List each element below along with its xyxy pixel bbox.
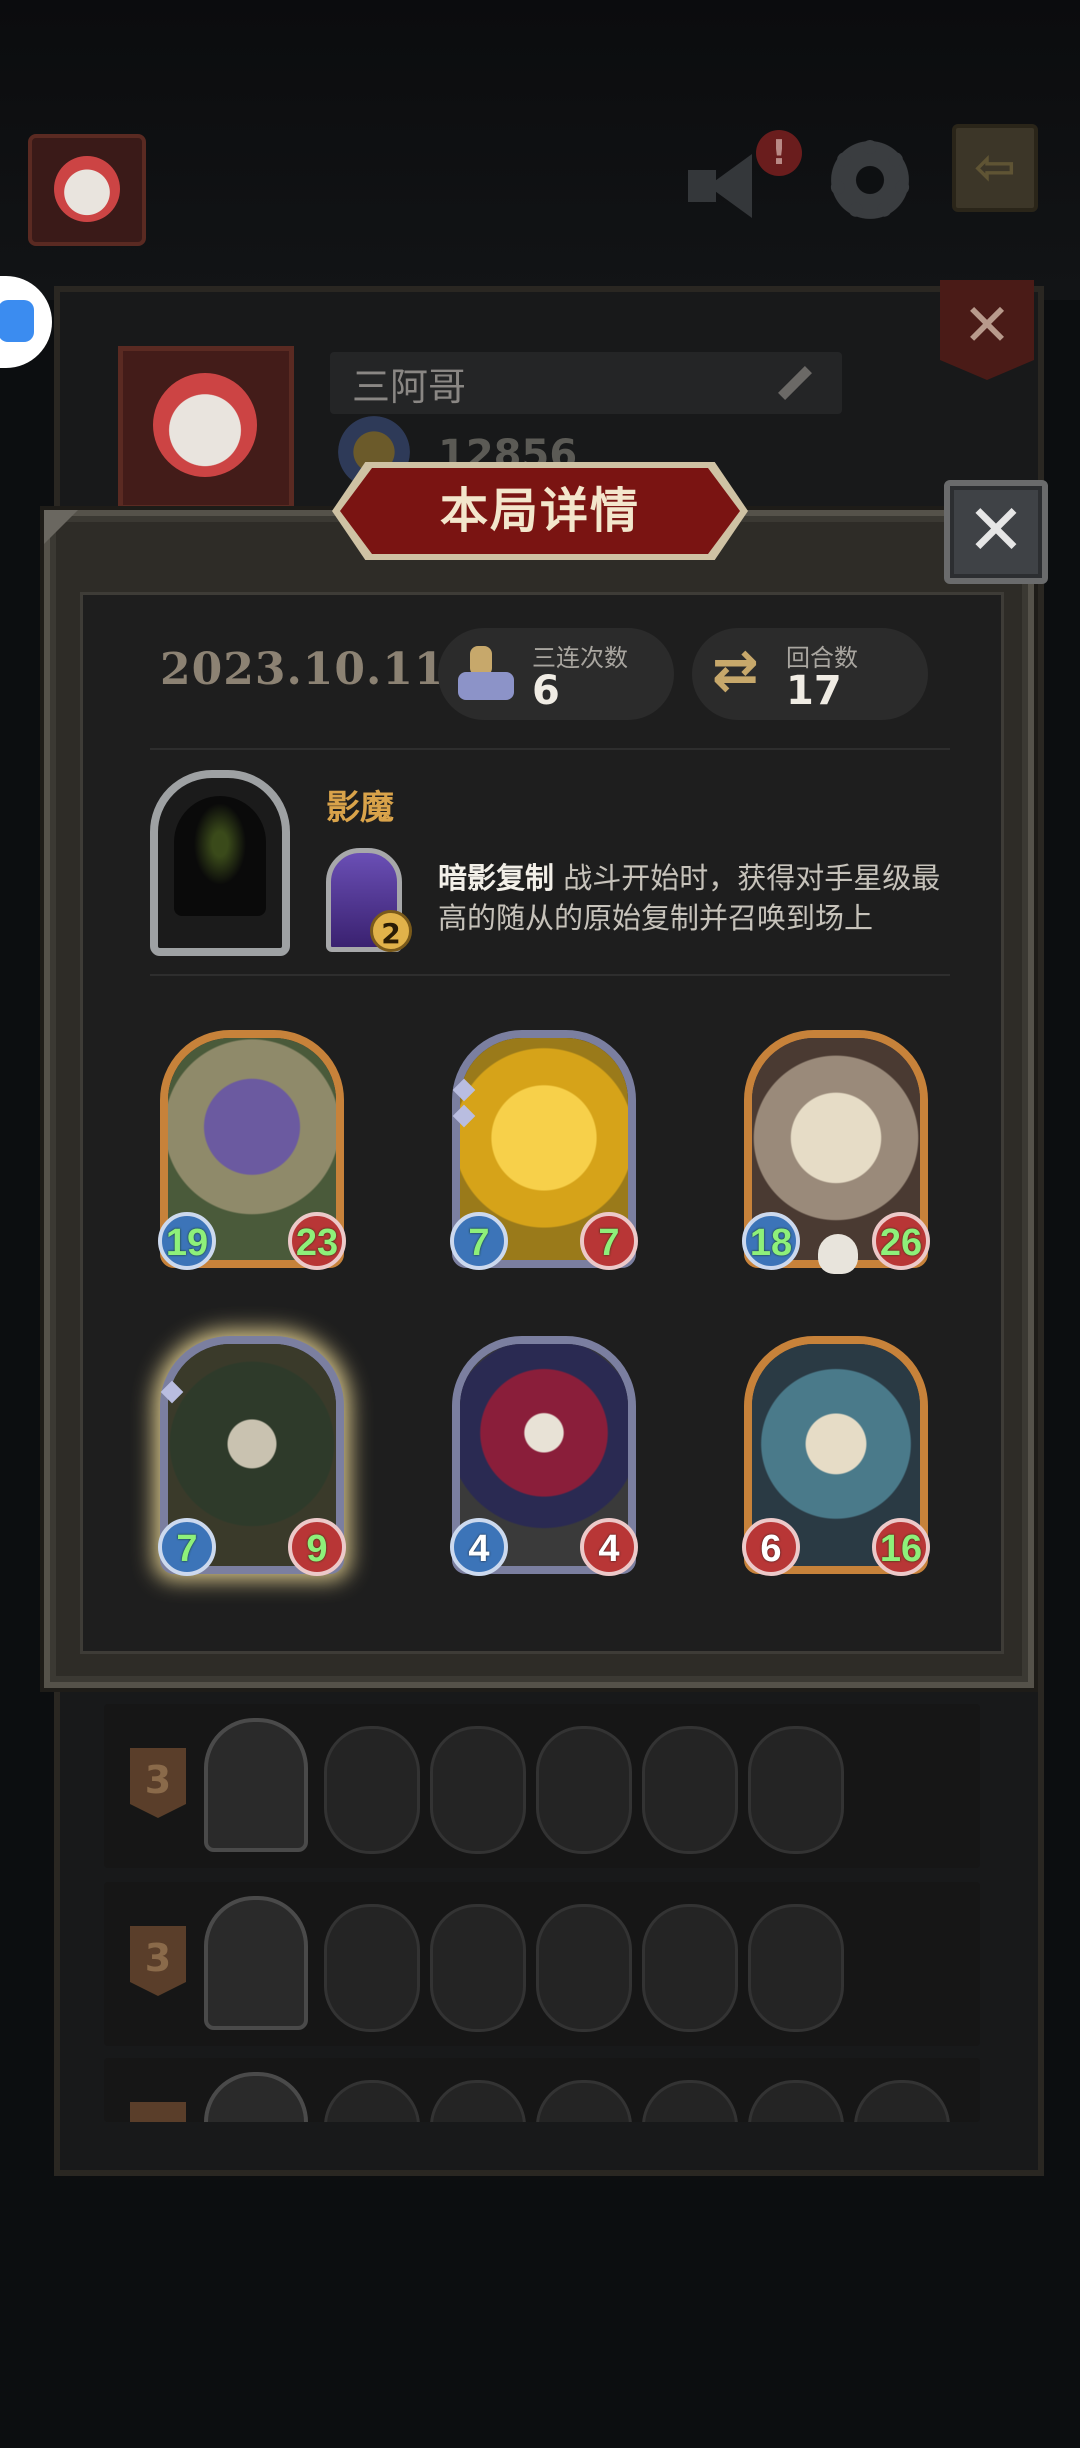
minion-card[interactable]: 18 26	[742, 1030, 930, 1274]
record-row[interactable]	[104, 2058, 980, 2122]
record-minion	[324, 1904, 420, 2032]
rounds-icon	[712, 638, 768, 703]
exit-button[interactable]: ⇦	[952, 124, 1038, 212]
skull-icon	[818, 1234, 858, 1274]
record-row[interactable]: 3	[104, 1704, 980, 1868]
top-bar	[0, 0, 1080, 300]
rank-badge: 3	[130, 1748, 186, 1818]
minion-health: 4	[580, 1518, 638, 1576]
triples-stat: 三连次数 6	[438, 628, 674, 720]
frame-corner	[44, 510, 78, 544]
minion-card[interactable]: 7 9	[158, 1336, 346, 1576]
minion-attack: 6	[742, 1518, 800, 1576]
record-minion	[430, 1726, 526, 1854]
player-avatar-button[interactable]	[28, 134, 146, 246]
minion-health: 23	[288, 1212, 346, 1270]
record-minion	[324, 1726, 420, 1854]
rounds-stat: 回合数 17	[692, 628, 928, 720]
minion-card[interactable]: 7 7	[450, 1030, 638, 1270]
notification-badge: !	[756, 130, 802, 176]
match-date: 2023.10.11	[160, 644, 446, 695]
modal-title: 本局详情	[439, 483, 640, 539]
record-minion	[430, 1904, 526, 2032]
skill-description: 暗影复制 战斗开始时，获得对手星级最高的随从的原始复制并召唤到场上	[438, 858, 968, 938]
minion-card[interactable]: 6 16	[742, 1336, 930, 1576]
modal-close-button[interactable]: ✕	[944, 480, 1048, 584]
hero-portrait	[150, 770, 290, 956]
player-name: 三阿哥	[352, 365, 467, 409]
hero-name: 影魔	[326, 788, 394, 828]
record-minion	[642, 2080, 738, 2122]
skill-level-badge: 2	[370, 910, 412, 952]
divider	[150, 748, 950, 750]
profile-avatar	[118, 346, 294, 510]
minion-card[interactable]: 19 23	[158, 1030, 346, 1270]
avatar-face	[153, 373, 257, 477]
triples-value: 6	[532, 668, 560, 714]
minion-attack: 18	[742, 1212, 800, 1270]
minion-attack: 7	[450, 1212, 508, 1270]
record-minion	[854, 2080, 950, 2122]
record-row[interactable]: 3	[104, 1882, 980, 2046]
record-hero-portrait	[204, 2072, 308, 2122]
profile-close-button[interactable]: ✕	[940, 280, 1034, 380]
gear-icon[interactable]	[826, 136, 914, 224]
record-minion	[748, 1726, 844, 1854]
record-minion	[536, 1726, 632, 1854]
record-minion	[536, 1904, 632, 2032]
minion-health: 9	[288, 1518, 346, 1576]
record-minion	[536, 2080, 632, 2122]
minion-health: 16	[872, 1518, 930, 1576]
avatar-face	[54, 156, 120, 222]
rank-badge: 3	[130, 1926, 186, 1996]
record-minion	[642, 1904, 738, 2032]
record-minion	[642, 1726, 738, 1854]
triple-icon	[458, 646, 514, 702]
minion-attack: 7	[158, 1518, 216, 1576]
record-minion	[430, 2080, 526, 2122]
minion-health: 7	[580, 1212, 638, 1270]
rank-badge	[130, 2102, 186, 2122]
record-hero-portrait	[204, 1718, 308, 1852]
hero-art	[174, 796, 266, 916]
minion-attack: 19	[158, 1212, 216, 1270]
minion-health: 26	[872, 1212, 930, 1270]
record-minion	[748, 1904, 844, 2032]
divider	[150, 974, 950, 976]
rounds-value: 17	[786, 668, 842, 714]
record-minion	[748, 2080, 844, 2122]
record-hero-portrait	[204, 1896, 308, 2030]
minion-card[interactable]: 4 4	[450, 1336, 638, 1576]
skill-name: 暗影复制	[438, 861, 555, 895]
record-minion	[324, 2080, 420, 2122]
minion-attack: 4	[450, 1518, 508, 1576]
